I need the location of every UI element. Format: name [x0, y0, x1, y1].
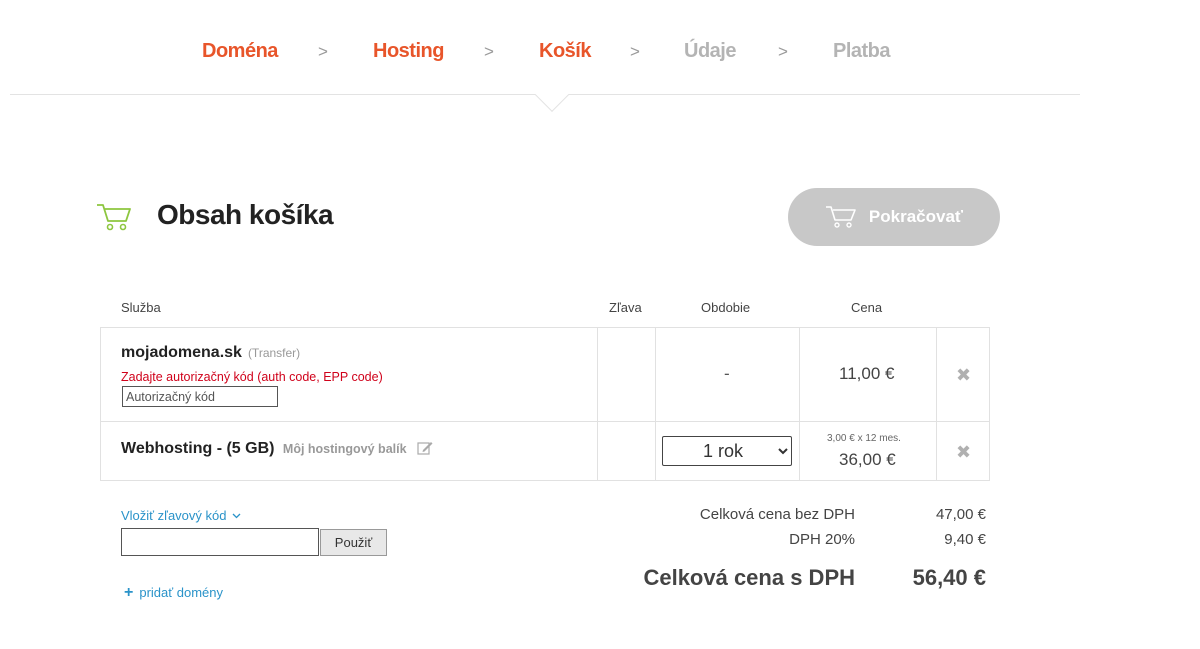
- table-row: Webhosting - (5 GB) Môj hostingový balík…: [101, 422, 989, 480]
- column-header-period: Obdobie: [701, 300, 751, 315]
- cart-icon: [97, 204, 131, 231]
- plus-icon: +: [124, 584, 134, 601]
- vat-value: 9,40 €: [944, 531, 986, 548]
- item-price: 36,00 €: [839, 450, 896, 469]
- step-kosik[interactable]: Košík: [539, 40, 591, 63]
- page-title: Obsah košíka: [157, 199, 334, 230]
- edit-icon[interactable]: [417, 441, 433, 455]
- domain-name: mojadomena.sk (Transfer): [121, 344, 300, 362]
- step-udaje: Údaje: [684, 40, 736, 62]
- period-select[interactable]: 1 rok: [662, 436, 792, 466]
- add-domains-link[interactable]: + pridať domény: [124, 584, 223, 602]
- continue-button-label: Pokračovať: [868, 207, 964, 226]
- auth-code-warning: Zadajte autorizačný kód (auth code, EPP …: [121, 370, 383, 384]
- continue-button[interactable]: Pokračovať: [788, 188, 1000, 246]
- period-value: -: [724, 364, 730, 383]
- chevron-down-icon: [232, 513, 241, 519]
- vat-label: DPH 20%: [789, 531, 855, 548]
- total-net-value: 47,00 €: [935, 506, 986, 523]
- hosting-name: Webhosting - (5 GB) Môj hostingový balík: [121, 440, 433, 458]
- item-price: 11,00 €: [839, 364, 895, 383]
- step-separator: >: [778, 42, 788, 61]
- step-separator: >: [318, 42, 328, 61]
- price-detail: 3,00 € x 12 mes.: [827, 433, 901, 444]
- column-header-service: Služba: [121, 300, 161, 315]
- step-separator: >: [630, 42, 640, 61]
- total-gross-label: Celková cena s DPH: [643, 565, 855, 590]
- table-row: mojadomena.sk (Transfer) Zadajte autoriza…: [101, 328, 989, 422]
- auth-code-input[interactable]: [122, 386, 278, 407]
- column-header-price: Cena: [851, 300, 883, 315]
- step-platba: Platba: [833, 40, 891, 62]
- step-hosting[interactable]: Hosting: [373, 40, 444, 63]
- step-domena[interactable]: Doména: [202, 40, 278, 63]
- discount-code-input[interactable]: [121, 528, 319, 556]
- discount-code-link-label: Vložiť zľavový kód: [121, 508, 227, 523]
- hosting-name-text: Webhosting - (5 GB): [121, 440, 275, 457]
- step-separator: >: [484, 42, 494, 61]
- column-header-discount: Zľava: [609, 300, 642, 315]
- remove-icon[interactable]: ✖: [956, 365, 971, 386]
- total-gross-value: 56,40 €: [912, 565, 986, 590]
- apply-discount-button[interactable]: Použiť: [320, 529, 387, 556]
- add-domains-label: pridať domény: [139, 585, 223, 600]
- checkout-steps: Doména > Hosting > Košík > Údaje > Platb…: [10, 0, 1080, 95]
- cart-table: mojadomena.sk (Transfer) Zadajte autoriza…: [100, 327, 990, 481]
- hosting-package-label[interactable]: Môj hostingový balík: [283, 442, 407, 456]
- cart-icon: [825, 206, 856, 228]
- remove-icon[interactable]: ✖: [956, 442, 971, 463]
- discount-code-link[interactable]: Vložiť zľavový kód: [121, 508, 241, 523]
- total-net-label: Celková cena bez DPH: [699, 506, 855, 523]
- domain-name-text: mojadomena.sk: [121, 344, 242, 361]
- domain-type: (Transfer): [247, 346, 301, 360]
